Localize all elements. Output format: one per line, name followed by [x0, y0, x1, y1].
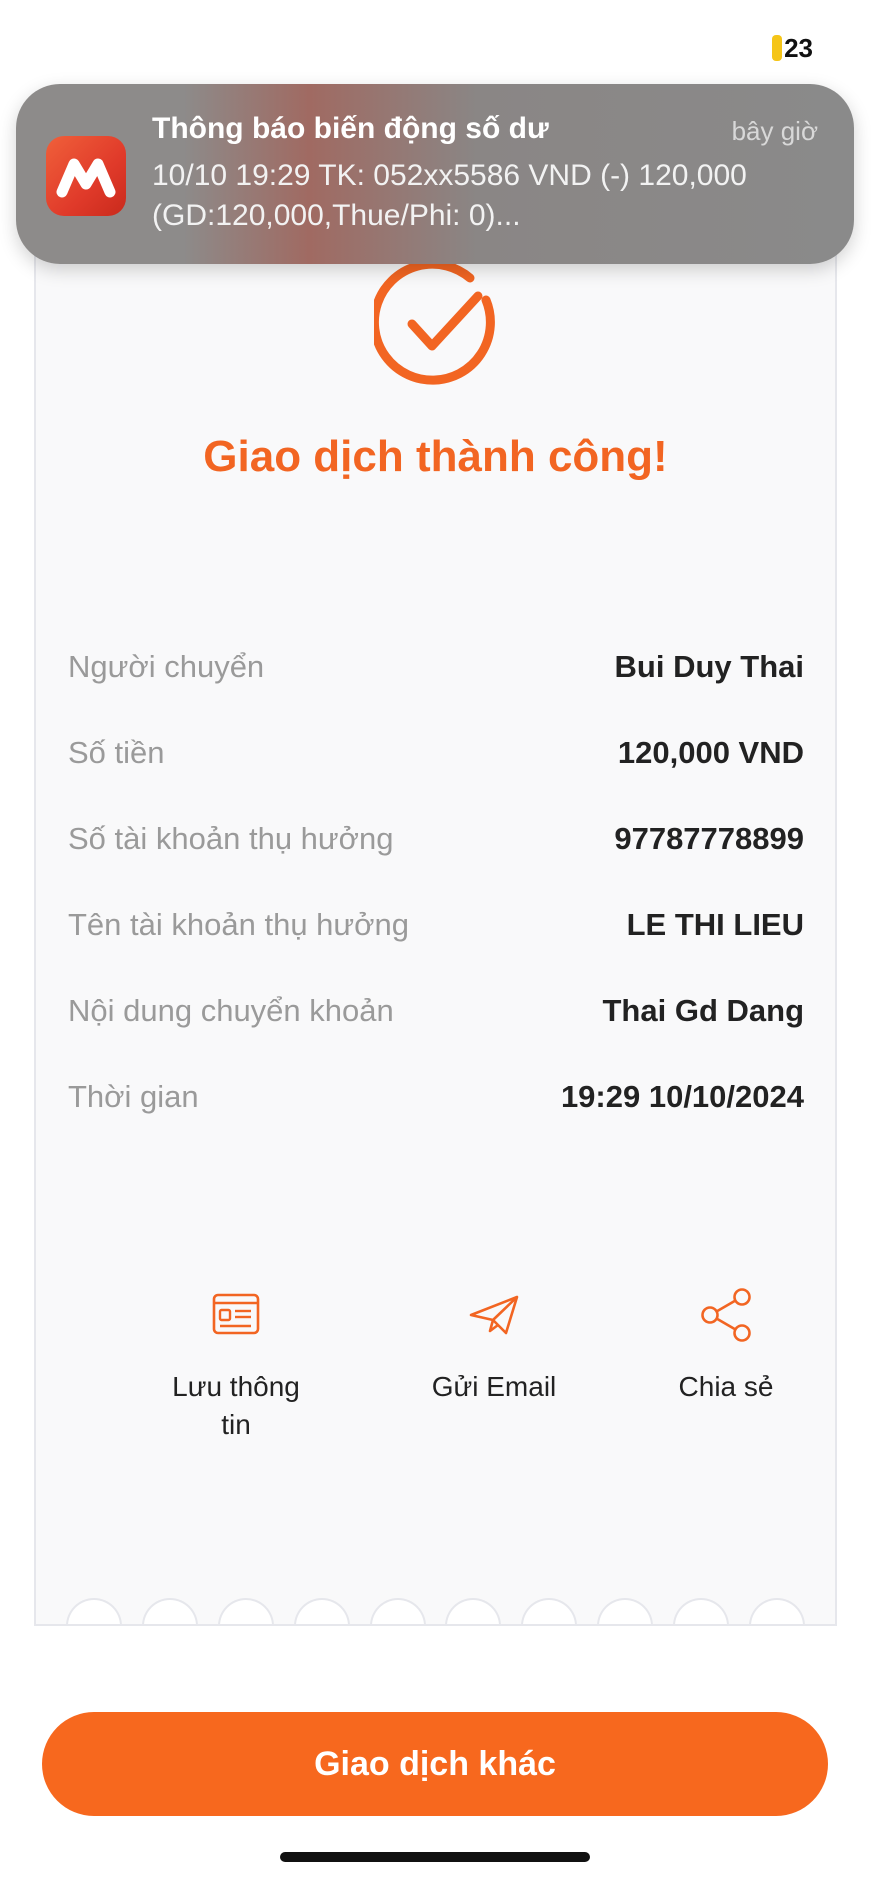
detail-row-sender: Người chuyển Bui Duy Thai — [68, 624, 804, 710]
battery-icon — [772, 35, 783, 61]
other-transaction-button[interactable]: Giao dịch khác — [42, 1712, 828, 1816]
bank-app-icon — [46, 136, 126, 216]
share-icon — [701, 1288, 751, 1342]
detail-label: Số tài khoản thụ hưởng — [68, 821, 394, 856]
home-indicator[interactable] — [280, 1852, 590, 1862]
detail-row-amount: Số tiền 120,000 VND — [68, 710, 804, 796]
detail-row-beneficiary-account: Số tài khoản thụ hưởng 97787778899 — [68, 796, 804, 882]
success-title: Giao dịch thành công! — [203, 432, 668, 481]
battery-level: 23 — [784, 32, 813, 63]
notification-time: bây giờ — [731, 116, 818, 146]
detail-value: 19:29 10/10/2024 — [560, 1079, 804, 1114]
action-label: Chia sẻ — [678, 1371, 774, 1402]
detail-row-time: Thời gian 19:29 10/10/2024 — [68, 1054, 804, 1140]
receipt-tear-edge — [36, 1590, 835, 1626]
detail-value: 97787778899 — [614, 821, 804, 856]
receipt-card: Giao dịch thành công! Người chuyển Bui D… — [34, 200, 837, 1626]
detail-row-beneficiary-name: Tên tài khoản thụ hưởng LE THI LIEU — [68, 882, 804, 968]
notification-body: 10/10 19:29 TK: 052xx5586 VND (-) 120,00… — [152, 156, 832, 236]
notification-title: Thông báo biến động số dư — [152, 112, 549, 145]
detail-value: Bui Duy Thai — [614, 649, 804, 684]
detail-label: Thời gian — [68, 1079, 199, 1114]
status-bar: 23 — [0, 0, 871, 80]
notification-line: 10/10 19:29 TK: 052xx5586 VND (-) 120,00… — [152, 159, 747, 192]
battery-indicator: 23 — [772, 32, 813, 63]
id-card-icon — [212, 1293, 260, 1335]
detail-row-description: Nội dung chuyển khoản Thai Gd Dang — [68, 968, 804, 1054]
detail-label: Số tiền — [68, 735, 165, 770]
action-label: Gửi Email — [431, 1371, 557, 1402]
send-email-button[interactable]: Gửi Email — [394, 1270, 594, 1406]
transaction-details: Người chuyển Bui Duy Thai Số tiền 120,00… — [68, 624, 804, 1140]
action-label: Lưu thông tin — [172, 1371, 300, 1440]
detail-label: Người chuyển — [68, 649, 265, 684]
detail-label: Tên tài khoản thụ hưởng — [68, 907, 409, 942]
paper-plane-icon — [469, 1295, 519, 1335]
save-info-button[interactable]: Lưu thông tin — [136, 1270, 336, 1444]
receipt-bottom-border — [34, 1624, 837, 1626]
detail-value: 120,000 VND — [617, 735, 804, 770]
detail-value: Thai Gd Dang — [602, 993, 805, 1028]
receipt-actions: Lưu thông tin Gửi Email Chia sẻ — [36, 1270, 835, 1470]
balance-notification[interactable]: Thông báo biến động số dư bây giờ 10/10 … — [16, 84, 854, 264]
detail-value: LE THI LIEU — [626, 907, 804, 942]
detail-label: Nội dung chuyển khoản — [68, 993, 394, 1028]
check-circle-icon — [374, 260, 495, 385]
notification-line: (GD:120,000,Thue/Phi: 0)... — [152, 199, 521, 232]
share-button[interactable]: Chia sẻ — [626, 1270, 826, 1406]
